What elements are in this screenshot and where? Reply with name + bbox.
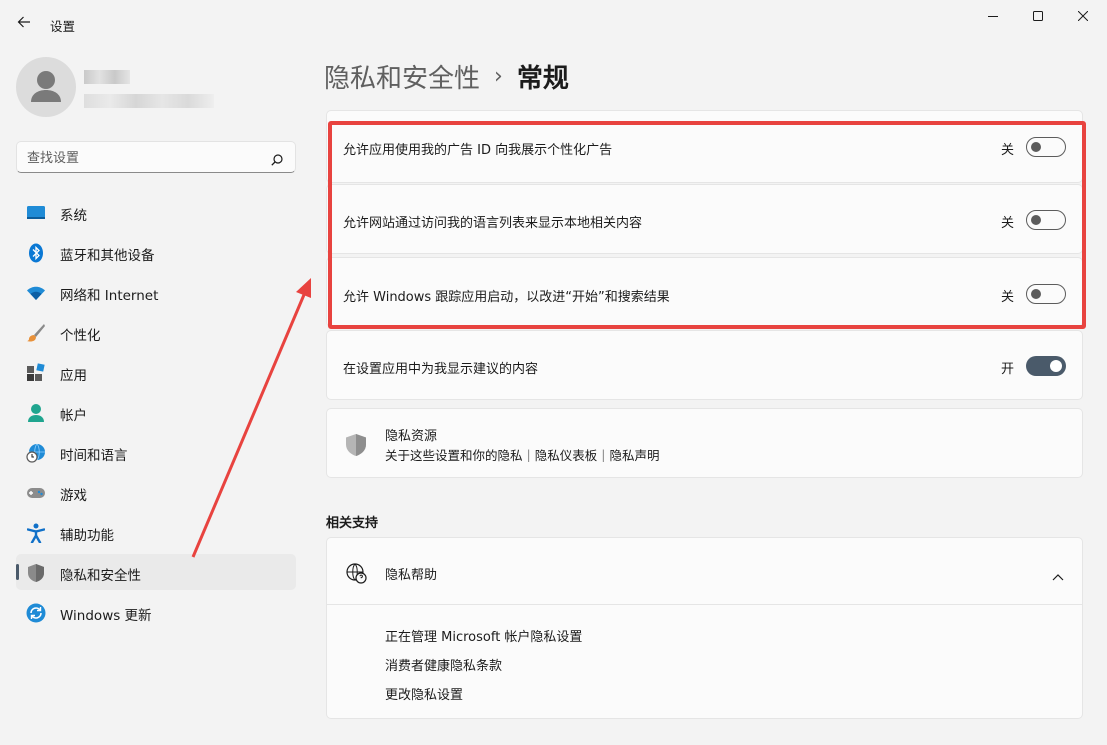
annotation-arrow bbox=[191, 278, 311, 558]
